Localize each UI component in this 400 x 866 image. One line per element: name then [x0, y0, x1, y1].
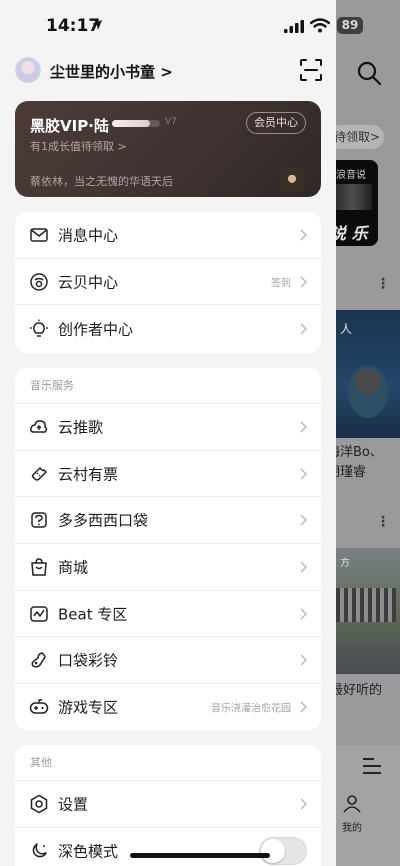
moon-icon	[32, 843, 47, 858]
side-drawer: 尘世里的小书童 > 黑胶VIP·陆 V7 会员中心 有1成长值待领取 > 蔡依林…	[0, 0, 336, 866]
others-card: 其他 设置 深色模式	[15, 745, 321, 866]
menu-item-label: 口袋彩铃	[58, 651, 119, 670]
chevron-right-icon	[300, 608, 307, 620]
vip-title: 黑胶VIP·陆	[30, 117, 109, 135]
bg-card-art	[334, 184, 372, 210]
menu-item-label: Beat 专区	[58, 605, 128, 624]
menu-item-label: 消息中心	[58, 226, 119, 245]
menu-item-label: 深色模式	[58, 842, 119, 861]
username[interactable]: 尘世里的小书童 >	[50, 61, 173, 82]
chevron-right-icon	[300, 561, 307, 573]
battery-indicator: 89	[337, 17, 363, 34]
chevron-right-icon	[300, 514, 307, 526]
now-playing-thumbnail[interactable]	[280, 168, 304, 192]
location-arrow-icon	[92, 20, 102, 30]
wifi-icon	[310, 18, 330, 33]
menu-item-beat-zone[interactable]: Beat 专区	[15, 591, 321, 638]
member-center-button[interactable]: 会员中心	[246, 112, 306, 134]
avatar[interactable]	[15, 57, 41, 83]
user-profile-row[interactable]: 尘世里的小书童 >	[15, 57, 315, 85]
menu-item-label: 商城	[58, 558, 89, 577]
menu-item-messages[interactable]: 消息中心	[15, 212, 321, 259]
gamepad-icon	[29, 699, 49, 715]
ticket-icon	[31, 466, 48, 481]
now-playing-text: 蔡依林，当之无愧的华语天后	[30, 175, 173, 188]
menu-item-cloud-coins[interactable]: 云贝中心 签到	[15, 259, 321, 306]
bg-claim-pill[interactable]: 待领取>	[328, 125, 384, 149]
chevron-right-icon	[300, 798, 307, 810]
more-icon[interactable]: ⋮	[376, 276, 390, 292]
section-title: 音乐服务	[15, 368, 321, 404]
tab-mine[interactable]: 我的	[340, 795, 364, 834]
bg-song-title[interactable]: 最好听的	[330, 681, 382, 701]
vip-progress-bar	[112, 120, 160, 127]
search-icon[interactable]	[356, 60, 382, 86]
chevron-right-icon	[300, 701, 307, 713]
user-icon	[343, 795, 361, 813]
pocket-icon	[31, 512, 47, 528]
vip-level: V7	[165, 117, 177, 127]
menu-item-pocket[interactable]: 多多西西口袋	[15, 497, 321, 545]
chevron-right-icon	[300, 276, 307, 288]
bg-card-top-text: 浪音说	[336, 170, 366, 181]
shop-bag-icon	[31, 558, 47, 576]
chevron-right-icon	[300, 421, 307, 433]
checkin-hint: 签到	[271, 278, 291, 290]
ringtone-icon	[31, 652, 46, 668]
chevron-right-icon	[300, 323, 307, 335]
growth-note[interactable]: 有1成长值待领取 >	[30, 138, 127, 154]
chevron-right-icon	[300, 654, 307, 666]
music-services-card: 音乐服务 云推歌 云村有票 多多西西口袋 商城 Beat 专区 口袋彩铃 游戏专…	[15, 368, 321, 730]
scan-icon[interactable]	[299, 58, 323, 82]
list-icon[interactable]	[362, 757, 382, 775]
menu-item-tickets[interactable]: 云村有票	[15, 451, 321, 498]
menu-item-ringtone[interactable]: 口袋彩铃	[15, 637, 321, 685]
menu-item-shop[interactable]: 商城	[15, 544, 321, 591]
toggle-knob	[261, 839, 285, 864]
chevron-right-icon	[300, 468, 307, 480]
tab-mine-label: 我的	[342, 823, 362, 834]
cellular-signal-icon	[284, 20, 304, 33]
bg-artist-card[interactable]: 人	[326, 310, 400, 438]
bg-card-label: 人	[340, 322, 353, 336]
menu-item-label: 设置	[58, 795, 89, 814]
beat-icon	[30, 605, 48, 622]
menu-item-label: 多多西西口袋	[58, 511, 149, 530]
dark-mode-toggle[interactable]	[259, 837, 307, 866]
menu-item-game-zone[interactable]: 游戏专区 音乐浇灌治愈花园	[15, 684, 321, 730]
menu-item-creator-center[interactable]: 创作者中心	[15, 305, 321, 352]
menu-item-dark-mode: 深色模式	[15, 828, 321, 866]
menu-item-label: 游戏专区	[58, 698, 119, 717]
vip-card[interactable]: 黑胶VIP·陆 V7 会员中心 有1成长值待领取 > 蔡依林，当之无愧的华语天后	[15, 101, 321, 197]
bg-card-art	[336, 588, 396, 622]
coin-icon	[30, 272, 48, 291]
status-bar: 14:17 89	[0, 0, 400, 52]
bg-travel-card[interactable]: 方	[326, 548, 400, 674]
bg-artist-figure	[348, 366, 388, 418]
cloud-push-icon	[30, 419, 48, 433]
bg-card-label: 方	[340, 558, 350, 569]
more-icon[interactable]: ⋮	[376, 514, 390, 530]
menu-item-label: 创作者中心	[58, 320, 134, 339]
game-zone-hint: 音乐浇灌治愈花园	[211, 703, 291, 715]
home-indicator	[130, 853, 270, 858]
menu-item-label: 云贝中心	[58, 273, 119, 292]
chevron-right-icon	[300, 229, 307, 241]
settings-icon	[30, 794, 48, 814]
menu-item-label: 云村有票	[58, 465, 119, 484]
mail-icon	[30, 228, 48, 242]
section-title: 其他	[15, 745, 321, 781]
bulb-icon	[30, 319, 48, 337]
menu-item-label: 云推歌	[58, 418, 104, 437]
menu-item-cloud-push[interactable]: 云推歌	[15, 404, 321, 451]
menu-item-settings[interactable]: 设置	[15, 781, 321, 828]
main-menu-card: 消息中心 云贝中心 签到 创作者中心	[15, 212, 321, 353]
